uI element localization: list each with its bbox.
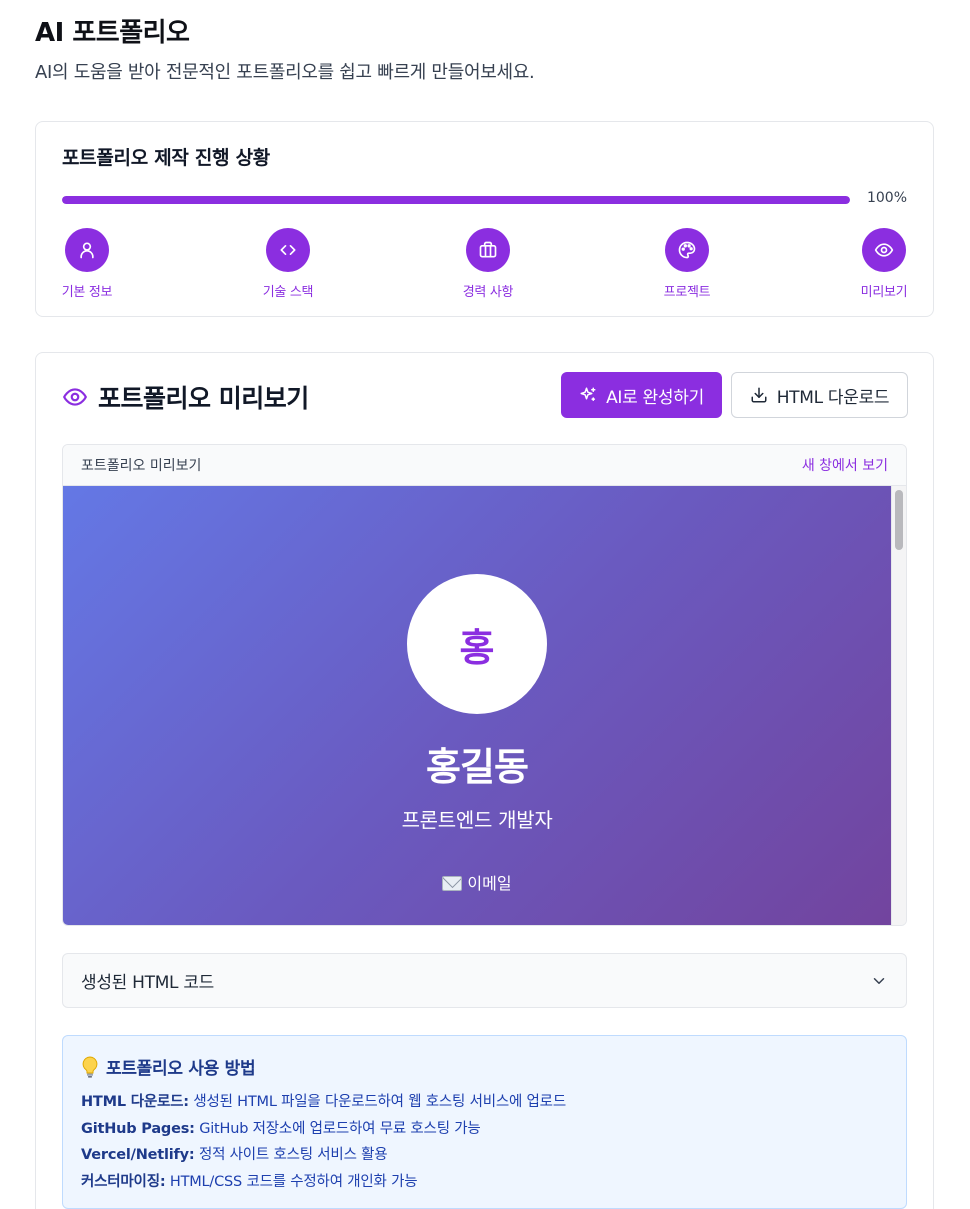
list-item: HTML 다운로드: 생성된 HTML 파일을 다운로드하여 웹 호스팅 서비스…	[81, 1089, 888, 1116]
briefcase-icon	[466, 228, 510, 272]
page-subtitle: AI의 도움을 받아 전문적인 포트폴리오를 쉽고 빠르게 만들어보세요.	[35, 62, 535, 83]
generated-html-code-toggle[interactable]: 생성된 HTML 코드	[62, 953, 907, 1008]
step-label: 경력 사항	[462, 285, 514, 300]
sparkles-icon	[580, 387, 596, 401]
tip-desc: 생성된 HTML 파일을 다운로드하여 웹 호스팅 서비스에 업로드	[193, 1094, 566, 1110]
hero-name: 홍길동	[426, 745, 529, 789]
user-icon	[65, 228, 109, 272]
step-label: 기본 정보	[61, 285, 113, 300]
hero-email-link[interactable]: 이메일	[63, 870, 891, 894]
preview-frame-title: 포트폴리오 미리보기	[81, 458, 202, 474]
preview-scrollbar[interactable]	[891, 486, 906, 925]
tip-term: 커스터마이징:	[81, 1173, 166, 1190]
palette-icon	[665, 228, 709, 272]
step-label: 기술 스택	[262, 285, 314, 300]
usage-tips-title-text: 포트폴리오 사용 방법	[106, 1059, 256, 1079]
tip-term: HTML 다운로드:	[81, 1094, 189, 1110]
step-label: 미리보기	[860, 285, 908, 300]
list-item: GitHub Pages: GitHub 저장소에 업로드하여 무료 호스팅 가…	[81, 1116, 888, 1143]
eye-icon	[63, 388, 87, 406]
step-label: 프로젝트	[663, 285, 711, 300]
email-icon	[442, 876, 463, 891]
preview-frame: 포트폴리오 미리보기 새 창에서 보기 홍 홍길동 프론트엔드 개발자 이메일	[62, 444, 907, 926]
list-item: 커스터마이징: HTML/CSS 코드를 수정하여 개인화 가능	[81, 1169, 888, 1196]
hero-email-label: 이메일	[467, 874, 512, 893]
step-projects[interactable]: 프로젝트	[632, 228, 742, 300]
preview-heading: 포트폴리오 미리보기	[98, 384, 309, 413]
preview-frame-body: 홍 홍길동 프론트엔드 개발자 이메일	[63, 486, 906, 925]
lightbulb-icon	[82, 1055, 98, 1078]
tip-desc: GitHub 저장소에 업로드하여 무료 호스팅 가능	[199, 1120, 481, 1137]
usage-tips-list: HTML 다운로드: 생성된 HTML 파일을 다운로드하여 웹 호스팅 서비스…	[81, 1089, 888, 1195]
code-icon	[266, 228, 310, 272]
usage-tips-box: 포트폴리오 사용 방법 HTML 다운로드: 생성된 HTML 파일을 다운로드…	[62, 1035, 907, 1209]
preview-frame-bar: 포트폴리오 미리보기 새 창에서 보기	[63, 445, 906, 486]
tip-term: GitHub Pages:	[81, 1120, 195, 1137]
avatar: 홍	[407, 574, 547, 714]
preview-card: 포트폴리오 미리보기 AI로 완성하기 HTML 다운로드 포트폴리오 미리보기…	[35, 352, 934, 1209]
hero-role: 프론트엔드 개발자	[401, 808, 553, 832]
download-icon	[751, 387, 767, 403]
generated-html-code-label: 생성된 HTML 코드	[81, 973, 215, 993]
step-basic-info[interactable]: 기본 정보	[32, 228, 142, 300]
progress-card: 포트폴리오 제작 진행 상황 100% 기본 정보 기술 스택 경력 사항 프로…	[35, 121, 934, 317]
progress-percent: 100%	[866, 190, 907, 206]
ai-complete-button-label: AI로 완성하기	[606, 387, 704, 408]
progress-bar-fill	[62, 196, 850, 204]
step-tech-stack[interactable]: 기술 스택	[233, 228, 343, 300]
usage-tips-title: 포트폴리오 사용 방법	[81, 1054, 888, 1079]
step-career[interactable]: 경력 사항	[433, 228, 543, 300]
chevron-down-icon	[873, 977, 885, 984]
tip-term: Vercel/Netlify:	[81, 1147, 195, 1163]
progress-bar	[62, 196, 850, 204]
preview-scrollbar-thumb[interactable]	[895, 490, 903, 550]
tip-desc: 정적 사이트 호스팅 서비스 활용	[198, 1147, 388, 1163]
preview-header: 포트폴리오 미리보기	[62, 379, 309, 415]
eye-icon	[862, 228, 906, 272]
portfolio-hero: 홍 홍길동 프론트엔드 개발자 이메일	[63, 486, 891, 925]
list-item: Vercel/Netlify: 정적 사이트 호스팅 서비스 활용	[81, 1142, 888, 1169]
html-download-button[interactable]: HTML 다운로드	[731, 372, 908, 418]
tip-desc: HTML/CSS 코드를 수정하여 개인화 가능	[169, 1173, 418, 1190]
progress-title: 포트폴리오 제작 진행 상황	[62, 147, 270, 169]
step-preview[interactable]: 미리보기	[829, 228, 939, 300]
open-new-window-link[interactable]: 새 창에서 보기	[802, 455, 888, 475]
page-title: AI 포트폴리오	[35, 18, 190, 48]
html-download-button-label: HTML 다운로드	[776, 387, 890, 408]
ai-complete-button[interactable]: AI로 완성하기	[561, 372, 722, 418]
